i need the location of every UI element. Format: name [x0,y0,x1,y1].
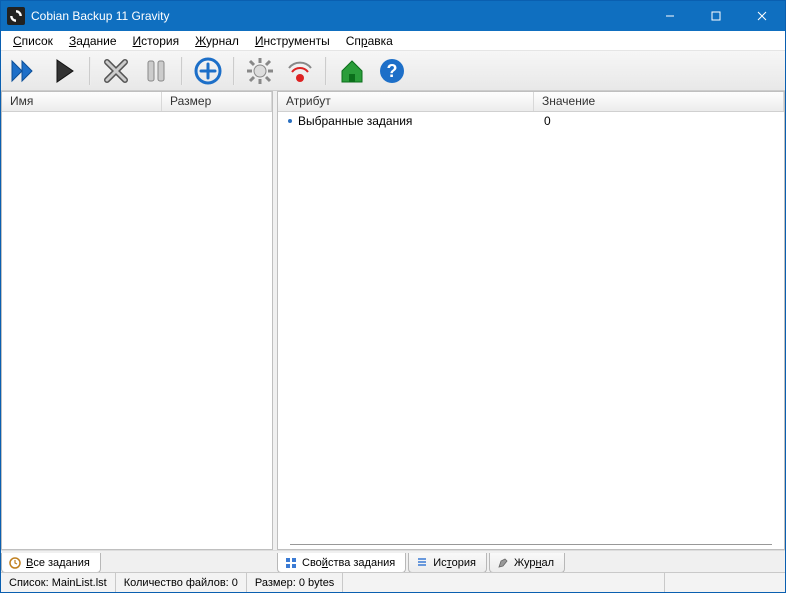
left-column-headers: Имя Размер [2,92,272,112]
tab-history[interactable]: История [408,553,487,573]
toolbar-separator [89,57,91,85]
maximize-button[interactable] [693,1,739,31]
help-button[interactable]: ? [375,54,409,88]
settings-button[interactable] [243,54,277,88]
home-button[interactable] [335,54,369,88]
menu-log[interactable]: Журнал [187,32,247,50]
status-size: Размер: 0 bytes [247,573,343,592]
property-attribute: Выбранные задания [298,114,544,128]
minimize-button[interactable] [647,1,693,31]
tabs-zone: Все задания Свойства задания История Жур… [1,550,785,572]
status-right [665,573,785,592]
status-spacer [343,573,665,592]
menu-tools[interactable]: Инструменты [247,32,338,50]
column-value[interactable]: Значение [534,92,784,111]
tab-properties[interactable]: Свойства задания [277,553,406,573]
run-button[interactable] [47,54,81,88]
status-count: Количество файлов: 0 [116,573,247,592]
left-tabs: Все задания [1,551,277,573]
clock-icon [8,556,22,570]
property-value: 0 [544,114,784,128]
right-tabs: Свойства задания История Журнал [277,551,785,573]
scroll-hint [290,544,772,545]
svg-text:?: ? [387,61,398,81]
menu-list[interactable]: Список [5,32,61,50]
menubar: Список Задание История Журнал Инструмент… [1,31,785,51]
window-title: Cobian Backup 11 Gravity [31,9,647,23]
task-list-panel: Имя Размер [1,91,273,550]
titlebar: Cobian Backup 11 Gravity [1,1,785,31]
properties-body[interactable]: Выбранные задания 0 [278,112,784,549]
statusbar: Список: MainList.lst Количество файлов: … [1,572,785,592]
property-row[interactable]: Выбранные задания 0 [278,112,784,130]
run-all-button[interactable] [7,54,41,88]
remote-button[interactable] [283,54,317,88]
menu-help[interactable]: Справка [338,32,401,50]
toolbar-separator [233,57,235,85]
bullet-icon [288,119,292,123]
grid-icon [284,556,298,570]
menu-task[interactable]: Задание [61,32,125,50]
pause-button[interactable] [139,54,173,88]
properties-panel: Атрибут Значение Выбранные задания 0 [277,91,785,550]
list-icon [415,556,429,570]
main-area: Имя Размер Атрибут Значение Выбранные за… [1,91,785,550]
column-size[interactable]: Размер [162,92,272,111]
right-column-headers: Атрибут Значение [278,92,784,112]
tab-log[interactable]: Журнал [489,553,565,573]
toolbar-separator [325,57,327,85]
add-task-button[interactable] [191,54,225,88]
task-list-body[interactable] [2,112,272,549]
tab-all-tasks[interactable]: Все задания [1,553,101,573]
column-attribute[interactable]: Атрибут [278,92,534,111]
status-list: Список: MainList.lst [1,573,116,592]
toolbar-separator [181,57,183,85]
app-icon [7,7,25,25]
abort-button[interactable] [99,54,133,88]
close-button[interactable] [739,1,785,31]
toolbar: ? [1,51,785,91]
menu-history[interactable]: История [125,32,188,50]
pen-icon [496,556,510,570]
column-name[interactable]: Имя [2,92,162,111]
